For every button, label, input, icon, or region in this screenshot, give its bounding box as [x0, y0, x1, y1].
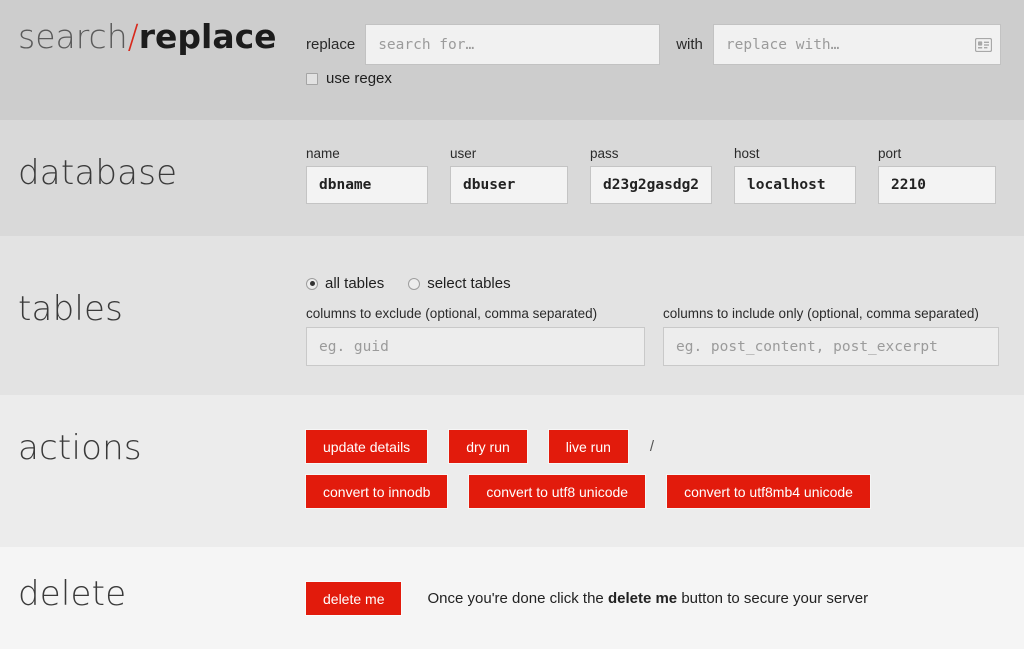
convert-to-utf8mb4-button[interactable]: convert to utf8mb4 unicode: [667, 475, 870, 508]
database-fields-row: name user pass host port: [306, 146, 1018, 204]
actions-convert-row: convert to innodb convert to utf8 unicod…: [306, 475, 892, 508]
delete-section-label: delete: [18, 574, 127, 614]
replace-with-input[interactable]: [712, 24, 1001, 65]
actions-section-label: actions: [18, 428, 142, 468]
db-host-label: host: [734, 146, 760, 161]
search-replace-app: search/replace replace with: [0, 0, 1024, 649]
tables-section-label: tables: [18, 289, 124, 329]
replace-row: replace with: [306, 24, 1001, 65]
database-section-label: database: [18, 153, 178, 193]
db-port-input[interactable]: [878, 166, 996, 204]
with-label: with: [676, 36, 703, 53]
radio-select-tables-label: select tables: [427, 275, 511, 292]
db-user-label: user: [450, 146, 477, 161]
dry-run-button[interactable]: dry run: [449, 430, 527, 463]
columns-include-group: columns to include only (optional, comma…: [663, 306, 999, 366]
logo-part-replace: replace: [138, 17, 277, 56]
columns-include-label: columns to include only (optional, comma…: [663, 306, 979, 321]
db-name-input[interactable]: [306, 166, 428, 204]
database-section: database name user pass host port: [0, 120, 1024, 236]
field-db-user: user: [450, 146, 568, 204]
columns-exclude-input[interactable]: [306, 327, 645, 366]
db-pass-label: pass: [590, 146, 619, 161]
use-regex-label: use regex: [326, 70, 392, 87]
tables-columns-row: columns to exclude (optional, comma sepa…: [306, 306, 1017, 366]
replace-label: replace: [306, 36, 356, 53]
tables-radio-row: all tables select tables: [306, 275, 535, 292]
columns-exclude-label: columns to exclude (optional, comma sepa…: [306, 306, 598, 321]
columns-include-input[interactable]: [663, 327, 999, 366]
delete-note-after: button to secure your server: [677, 590, 869, 607]
update-details-button[interactable]: update details: [306, 430, 428, 463]
delete-note: Once you're done click the delete me but…: [427, 590, 868, 607]
search-for-input[interactable]: [365, 24, 661, 65]
radio-all-tables[interactable]: [306, 277, 318, 290]
live-run-button[interactable]: live run: [548, 430, 628, 463]
field-db-host: host: [734, 146, 856, 204]
logo-part-search: search: [18, 17, 128, 56]
db-host-input[interactable]: [734, 166, 856, 204]
delete-section: delete delete me Once you're done click …: [0, 547, 1024, 649]
field-db-port: port: [878, 146, 996, 204]
use-regex-checkbox[interactable]: [306, 72, 318, 85]
actions-section: actions update details dry run live run …: [0, 395, 1024, 547]
delete-row: delete me Once you're done click the del…: [306, 582, 868, 615]
convert-to-innodb-button[interactable]: convert to innodb: [306, 475, 448, 508]
columns-exclude-group: columns to exclude (optional, comma sepa…: [306, 306, 645, 366]
db-pass-input[interactable]: [590, 166, 712, 204]
delete-note-bold: delete me: [607, 590, 678, 607]
db-port-label: port: [878, 146, 902, 161]
actions-separator: /: [649, 438, 655, 455]
actions-primary-row: update details dry run live run /: [306, 430, 672, 463]
radio-select-tables[interactable]: [408, 277, 421, 290]
use-regex-row[interactable]: use regex: [306, 70, 392, 87]
tables-section: tables all tables select tables columns …: [0, 236, 1024, 395]
radio-option-all-tables[interactable]: all tables: [306, 275, 384, 292]
logo-part-slash: /: [127, 17, 139, 56]
field-db-name: name: [306, 146, 428, 204]
header-section: search/replace replace with: [0, 0, 1024, 120]
delete-note-before: Once you're done click the: [427, 590, 608, 607]
replace-with-wrapper: [712, 24, 1001, 65]
radio-all-tables-label: all tables: [325, 275, 385, 292]
db-user-input[interactable]: [450, 166, 568, 204]
app-logo: search/replace: [18, 16, 277, 58]
radio-option-select-tables[interactable]: select tables: [408, 275, 511, 292]
convert-to-utf8-button[interactable]: convert to utf8 unicode: [469, 475, 646, 508]
contact-card-icon[interactable]: [974, 37, 993, 52]
delete-me-button[interactable]: delete me: [306, 582, 402, 615]
field-db-pass: pass: [590, 146, 712, 204]
db-name-label: name: [306, 146, 340, 161]
